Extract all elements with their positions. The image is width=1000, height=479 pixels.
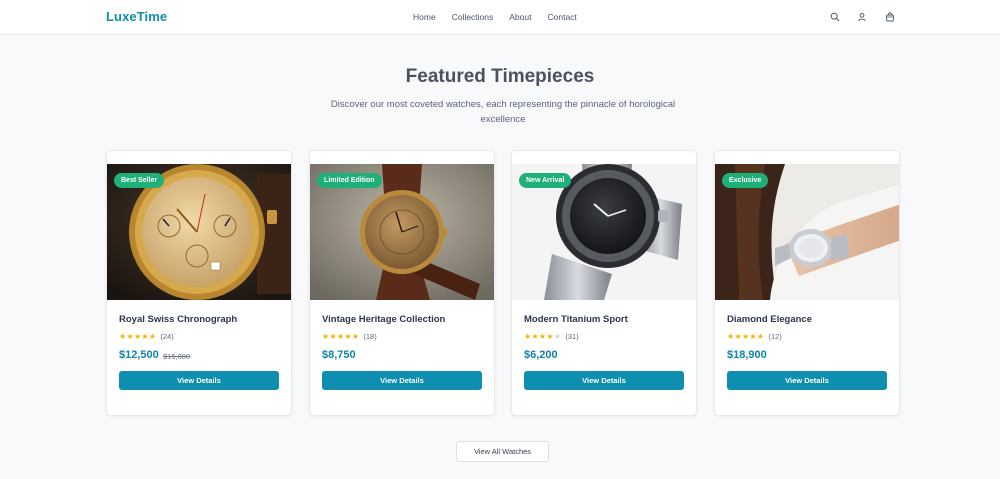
section-title: Featured Timepieces [405,66,595,87]
product-name[interactable]: Diamond Elegance [727,314,812,325]
product-card[interactable]: Best Seller Royal Swiss Chronograph ★★★★… [106,150,292,416]
product-badge: New Arrival [519,173,572,188]
review-count: (18) [363,332,377,341]
nav-link-about[interactable]: About [509,12,531,22]
product-badge: Limited Edition [317,173,382,188]
section-subtitle: Discover our most coveted watches, each … [330,99,676,125]
search-icon[interactable] [829,11,841,23]
product-card[interactable]: New Arrival Modern Titanium Sport ★★★★★ … [511,150,697,416]
view-details-button[interactable]: View Details [322,371,482,390]
star-rating-icon: ★★★★★ [524,332,562,341]
product-rating: ★★★★★ (12) [727,332,782,341]
product-price: $18,900 [727,349,767,361]
star-rating-icon: ★★★★★ [322,332,360,341]
cart-icon[interactable] [884,11,896,23]
product-card[interactable]: Exclusive Diamond Elegance ★★★★★ (12) $1… [714,150,900,416]
view-all-watches-button[interactable]: View All Watches [456,441,549,462]
user-icon[interactable] [856,11,868,23]
product-name[interactable]: Royal Swiss Chronograph [119,314,237,325]
product-price: $8,750 [322,349,356,361]
product-badge: Exclusive [722,173,769,188]
product-rating: ★★★★★ (24) [119,332,174,341]
product-rating: ★★★★★ (31) [524,332,579,341]
product-badge: Best Seller [114,173,165,188]
star-rating-icon: ★★★★★ [119,332,157,341]
nav-link-home[interactable]: Home [413,12,436,22]
view-details-button[interactable]: View Details [119,371,279,390]
view-details-button[interactable]: View Details [727,371,887,390]
main-menu: Home Collections About Contact [413,12,577,22]
review-count: (31) [565,332,579,341]
review-count: (24) [160,332,174,341]
review-count: (12) [768,332,782,341]
product-rating: ★★★★★ (18) [322,332,377,341]
view-details-button[interactable]: View Details [524,371,684,390]
nav-link-contact[interactable]: Contact [547,12,576,22]
product-old-price: $15,000 [163,352,191,361]
nav-link-collections[interactable]: Collections [452,12,494,22]
product-card[interactable]: Limited Edition Vintage Heritage Collect… [309,150,495,416]
brand-logo[interactable]: LuxeTime [106,9,167,24]
top-navbar: LuxeTime Home Collections About Contact [0,0,1000,35]
star-rating-icon: ★★★★★ [727,332,765,341]
product-price: $12,500 [119,349,159,361]
product-name[interactable]: Vintage Heritage Collection [322,314,445,325]
product-name[interactable]: Modern Titanium Sport [524,314,628,325]
product-price: $6,200 [524,349,558,361]
